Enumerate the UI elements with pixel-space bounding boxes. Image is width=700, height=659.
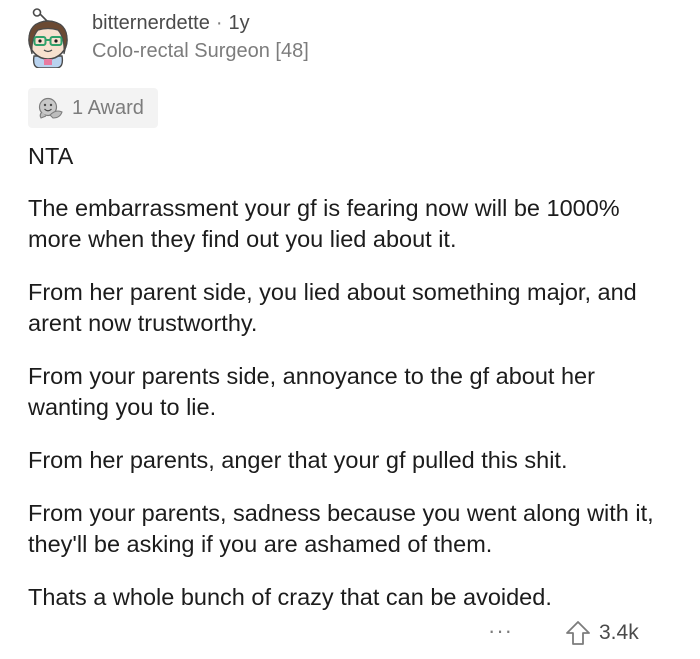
user-avatar-icon[interactable] (20, 8, 76, 69)
comment-header: bitternerdette · 1y Colo-rectal Surgeon [4… (20, 8, 309, 69)
comment-paragraph: From your parents, sadness because you w… (28, 500, 654, 557)
upvote-button[interactable]: 3.4k (565, 620, 639, 646)
user-flair: Colo-rectal Surgeon [48] (92, 40, 309, 62)
upvote-arrow-icon[interactable] (565, 620, 591, 646)
comment-paragraph: The embarrassment your gf is fearing now… (28, 195, 620, 252)
comment-body: NTA The embarrassment your gf is fearing… (28, 141, 678, 635)
comment-paragraph: From her parents, anger that your gf pul… (28, 447, 568, 473)
comment-paragraph: Thats a whole bunch of crazy that can be… (28, 584, 552, 610)
upvote-count: 3.4k (599, 621, 639, 644)
comment-paragraph: From your parents side, annoyance to the… (28, 363, 595, 420)
award-badge[interactable]: 1 Award (28, 88, 158, 128)
comment-meta: bitternerdette · 1y Colo-rectal Surgeon [4… (92, 10, 309, 64)
meta-separator: · (215, 12, 223, 34)
comment-verdict: NTA (28, 143, 74, 169)
more-options-icon[interactable]: ··· (488, 618, 513, 644)
comment-paragraph: From her parent side, you lied about som… (28, 279, 637, 336)
username-row: bitternerdette · 1y (92, 10, 309, 36)
comment-actions: ··· 3.4k (0, 614, 700, 654)
comment-age: 1y (228, 12, 250, 34)
wholesome-award-icon (38, 97, 63, 119)
username-link[interactable]: bitternerdette (92, 12, 210, 34)
award-label: 1 Award (72, 96, 144, 119)
